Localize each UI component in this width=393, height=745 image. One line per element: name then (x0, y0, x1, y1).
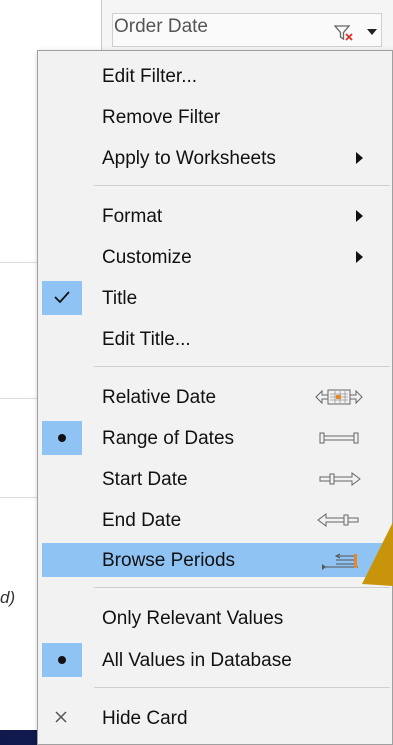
menu-item-start-date[interactable]: Start Date (38, 462, 393, 496)
submenu-arrow-icon (356, 210, 363, 222)
submenu-arrow-icon (356, 251, 363, 263)
menu-item-title[interactable]: Title (38, 281, 393, 315)
filter-context-menu: Edit Filter... Remove Filter Apply to Wo… (37, 50, 393, 745)
pane-text-fragment: d) (0, 588, 16, 607)
range-of-dates-icon (319, 432, 359, 444)
menu-item-apply-to-worksheets[interactable]: Apply to Worksheets (38, 141, 393, 175)
submenu-arrow-icon (356, 152, 363, 164)
card-menu-dropdown-icon[interactable] (364, 26, 380, 38)
menu-item-remove-filter[interactable]: Remove Filter (38, 100, 393, 134)
checkmark-box (42, 281, 82, 315)
radio-selected-box (42, 421, 82, 455)
end-date-icon (317, 513, 359, 527)
menu-item-label: Hide Card (102, 708, 188, 729)
browse-periods-icon (322, 553, 358, 570)
menu-item-relative-date[interactable]: Relative Date (38, 380, 393, 414)
menu-item-label: Browse Periods (102, 550, 236, 571)
menu-item-range-of-dates[interactable]: Range of Dates (38, 421, 393, 455)
menu-separator (94, 366, 390, 367)
menu-item-label: Customize (102, 247, 192, 268)
checkmark-icon (54, 291, 70, 304)
radio-bullet-icon (58, 434, 66, 442)
menu-item-label: Format (102, 206, 163, 227)
menu-item-label: Edit Title... (102, 329, 191, 350)
radio-selected-box (42, 643, 82, 677)
menu-item-label: Relative Date (102, 387, 217, 408)
menu-item-all-values-in-database[interactable]: All Values in Database (38, 643, 393, 677)
menu-item-label: All Values in Database (102, 650, 292, 671)
menu-item-label: Title (102, 288, 138, 309)
clear-filter-icon[interactable] (334, 24, 354, 42)
menu-separator (94, 687, 390, 688)
radio-bullet-icon (58, 656, 66, 664)
menu-item-label: Remove Filter (102, 107, 221, 128)
menu-item-format[interactable]: Format (38, 199, 393, 233)
menu-separator (94, 587, 390, 588)
menu-item-edit-title[interactable]: Edit Title... (38, 322, 393, 356)
menu-item-customize[interactable]: Customize (38, 240, 393, 274)
menu-item-label: Apply to Worksheets (102, 148, 276, 169)
close-icon (55, 711, 67, 723)
menu-item-browse-periods[interactable]: Browse Periods (42, 543, 390, 577)
menu-item-label: Edit Filter... (102, 66, 198, 87)
menu-item-end-date[interactable]: End Date (38, 503, 393, 537)
menu-item-hide-card[interactable]: Hide Card (38, 701, 393, 735)
relative-date-icon (315, 389, 363, 405)
filter-card-title: Order Date (114, 16, 208, 37)
menu-item-label: Range of Dates (102, 428, 235, 449)
menu-item-only-relevant-values[interactable]: Only Relevant Values (38, 601, 393, 635)
menu-item-label: End Date (102, 510, 182, 531)
menu-item-edit-filter[interactable]: Edit Filter... (38, 59, 393, 93)
menu-item-label: Only Relevant Values (102, 608, 284, 629)
menu-separator (94, 185, 390, 186)
pointer-arrow-icon (362, 522, 393, 586)
start-date-icon (319, 472, 361, 486)
menu-item-label: Start Date (102, 469, 188, 490)
